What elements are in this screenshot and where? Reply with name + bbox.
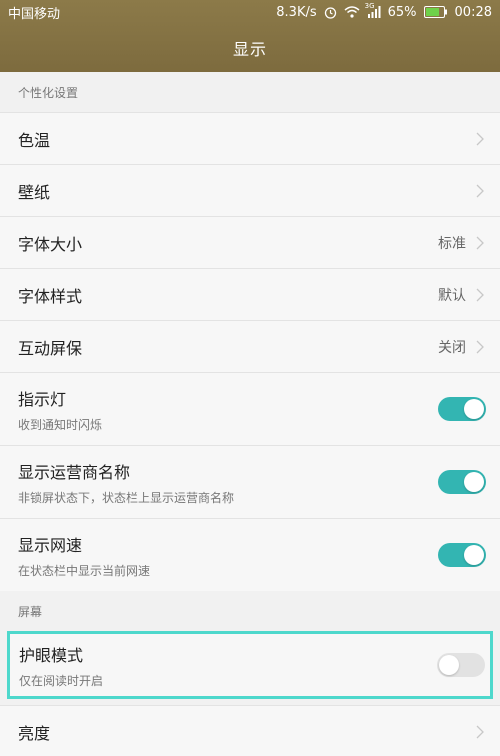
setting-label: 显示网速 [18,535,83,555]
toggle-knob [464,399,484,419]
chevron-right-icon [476,725,484,738]
eye-protection-toggle[interactable] [437,653,485,677]
setting-description: 仅在阅读时开启 [19,673,104,688]
setting-description: 收到通知时闪烁 [18,417,103,432]
carrier-name: 中国移动 [8,6,61,22]
toggle-knob [439,655,459,675]
setting-description: 在状态栏中显示当前网速 [18,563,151,578]
setting-label: 互动屏保 [18,338,83,358]
setting-label: 字体样式 [18,286,83,306]
chevron-right-icon [476,184,484,197]
section-label-personal: 个性化设置 [0,72,500,112]
setting-show-carrier-name: 显示运营商名称 非锁屏状态下，状态栏上显示运营商名称 [0,445,500,518]
setting-label: 亮度 [18,723,51,743]
indicator-light-toggle[interactable] [438,397,486,421]
setting-label: 显示运营商名称 [18,462,131,482]
network-type: 3G [364,2,375,10]
section-label-screen: 屏幕 [0,591,500,631]
net-speed: 8.3K/s [276,4,317,20]
setting-label: 指示灯 [18,389,67,409]
chevron-right-icon [476,132,484,145]
wifi-icon [344,6,360,18]
status-icons: 8.3K/s 3G 65% 00:28 [276,2,492,20]
setting-brightness[interactable]: 亮度 [0,705,500,756]
carrier-name-toggle[interactable] [438,470,486,494]
battery-icon [423,6,448,18]
status-bar: 中国移动 8.3K/s 3G 65% 00:28 [0,0,500,24]
app-header: 中国移动 8.3K/s 3G 65% 00:28 显示 [0,0,500,72]
setting-label: 字体大小 [18,234,83,254]
toggle-knob [464,472,484,492]
setting-indicator-light: 指示灯 收到通知时闪烁 [0,372,500,445]
page-title: 显示 [232,40,267,59]
setting-label: 护眼模式 [19,645,84,665]
setting-font-style[interactable]: 字体样式 默认 [0,268,500,320]
setting-value: 关闭 [438,339,466,356]
setting-value: 默认 [438,287,466,304]
setting-label: 壁纸 [18,182,51,202]
clock-time: 00:28 [454,4,492,20]
chevron-right-icon [476,288,484,301]
setting-color-temperature[interactable]: 色温 [0,112,500,164]
setting-interactive-screensaver[interactable]: 互动屏保 关闭 [0,320,500,372]
chevron-right-icon [476,340,484,353]
setting-description: 非锁屏状态下，状态栏上显示运营商名称 [18,490,235,505]
setting-eye-protection: 护眼模式 仅在阅读时开启 [7,631,493,699]
setting-label: 色温 [18,130,51,150]
setting-value: 标准 [438,235,466,252]
alarm-icon [324,6,337,19]
setting-wallpaper[interactable]: 壁纸 [0,164,500,216]
battery-percent: 65% [387,4,417,20]
signal-icon: 3G [365,2,381,18]
setting-show-net-speed: 显示网速 在状态栏中显示当前网速 [0,518,500,591]
toggle-knob [464,545,484,565]
net-speed-toggle[interactable] [438,543,486,567]
chevron-right-icon [476,236,484,249]
setting-font-size[interactable]: 字体大小 标准 [0,216,500,268]
